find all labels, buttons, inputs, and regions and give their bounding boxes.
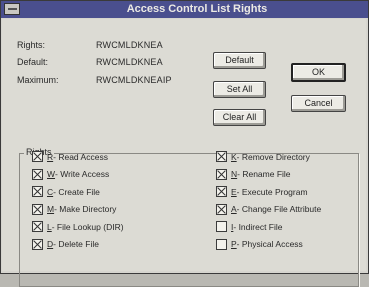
maximum-label: Maximum: [17,75,59,85]
right-label: - Delete File [53,239,99,249]
right-checkbox-e[interactable]: E - Execute Program [216,186,308,197]
checkbox-icon[interactable] [216,203,227,215]
right-label: - Remove Directory [236,151,310,162]
set-all-button[interactable]: Set All [213,81,266,98]
right-key: M [47,204,55,214]
ok-button[interactable]: OK [291,63,346,82]
right-checkbox-r[interactable]: R - Read Access [32,151,108,162]
right-checkbox-p[interactable]: P - Physical Access [216,238,303,250]
checkbox-icon[interactable] [32,151,43,162]
right-label: - Physical Access [236,239,303,249]
right-checkbox-d[interactable]: D - Delete File [32,238,99,250]
right-label: - Change File Attribute [236,204,322,214]
checkbox-icon[interactable] [32,238,43,250]
right-label: - File Lookup (DIR) [51,221,124,232]
checkbox-icon[interactable] [216,221,227,232]
right-checkbox-a[interactable]: A - Change File Attribute [216,203,322,215]
checkbox-icon[interactable] [216,151,227,162]
right-checkbox-w[interactable]: W - Write Access [32,168,110,180]
right-key: W [47,169,56,179]
checkbox-icon[interactable] [32,186,43,197]
checkbox-icon[interactable] [216,168,227,180]
acl-rights-dialog: Access Control List Rights Rights: RWCML… [0,0,369,287]
right-label: - Write Access [55,169,110,179]
title-bar: Access Control List Rights [1,1,368,18]
right-checkbox-i[interactable]: I - Indirect File [216,221,283,232]
checkbox-icon[interactable] [216,186,227,197]
dialog-client: Rights: RWCMLDKNEA Default: RWCMLDKNEA M… [2,19,366,287]
right-checkbox-m[interactable]: M - Make Directory [32,203,117,215]
default-button[interactable]: Default [213,52,266,69]
checkbox-icon[interactable] [32,203,43,215]
checkbox-icon[interactable] [216,238,227,250]
default-label: Default: [17,57,49,67]
right-label: - Indirect File [233,221,283,232]
checkbox-icon[interactable] [32,221,43,232]
right-checkbox-n[interactable]: N - Rename File [216,168,291,180]
cancel-button[interactable]: Cancel [291,95,346,112]
default-value: RWCMLDKNEA [96,57,163,67]
right-checkbox-l[interactable]: L - File Lookup (DIR) [32,221,124,232]
clear-all-button[interactable]: Clear All [213,109,266,126]
right-label: - Make Directory [54,204,117,214]
right-label: - Execute Program [236,186,308,197]
right-checkbox-c[interactable]: C - Create File [32,186,100,197]
window-title: Access Control List Rights [126,3,268,15]
right-label: - Read Access [53,151,108,162]
checkbox-icon[interactable] [32,168,43,180]
system-menu-icon[interactable] [4,3,20,15]
maximum-value: RWCMLDKNEAIP [96,75,172,85]
rights-label: Rights: [17,40,46,50]
right-label: - Rename File [237,169,291,179]
rights-value: RWCMLDKNEA [96,40,163,50]
right-label: - Create File [53,186,100,197]
right-checkbox-k[interactable]: K - Remove Directory [216,151,310,162]
